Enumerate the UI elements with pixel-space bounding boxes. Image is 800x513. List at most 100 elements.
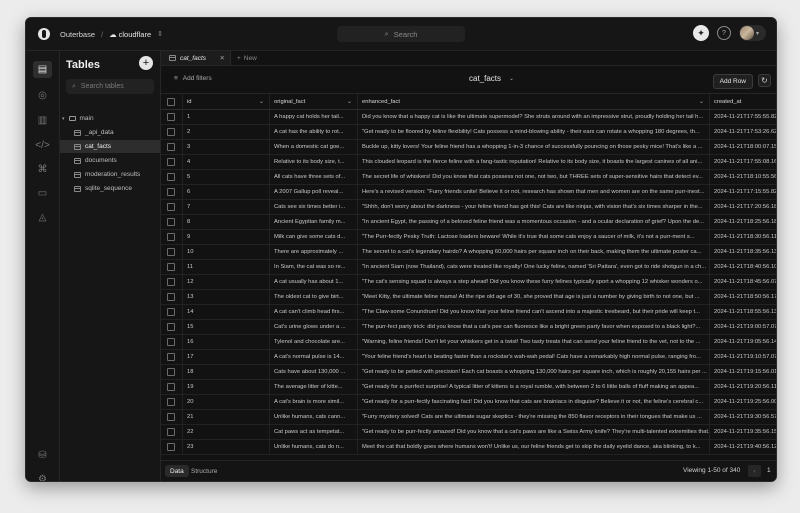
cell-created_at[interactable]: 2024-11-21T18:55:56.136Z [710, 304, 776, 319]
cell-created_at[interactable]: 2024-11-21T19:35:56.152Z [710, 424, 776, 439]
cell-original_fact[interactable]: A cat has the ability to rot... [270, 124, 358, 139]
cell-created_at[interactable]: 2024-11-21T19:20:56.119Z [710, 379, 776, 394]
table-item-documents[interactable]: documents [74, 154, 160, 167]
cell-id[interactable]: 2 [183, 124, 270, 139]
cell-enhanced_fact[interactable]: "Get ready to be purr-fectly amazed! Did… [358, 424, 710, 439]
breadcrumb-connection[interactable]: ☁ cloudflare ⇕ [109, 30, 163, 39]
cell-created_at[interactable]: 2024-11-21T18:45:56.077Z [710, 274, 776, 289]
row-checkbox[interactable] [167, 142, 175, 151]
row-checkbox[interactable] [167, 397, 175, 406]
tab-structure[interactable]: Structure [191, 465, 217, 477]
cell-created_at[interactable]: 2024-11-21T18:00:07.154Z [710, 139, 776, 154]
global-search-input[interactable]: ⌕ Search [337, 26, 465, 42]
row-checkbox[interactable] [167, 187, 175, 196]
cell-id[interactable]: 6 [183, 184, 270, 199]
cell-original_fact[interactable]: A cat can't climb head firs... [270, 304, 358, 319]
cell-enhanced_fact[interactable]: "Get ready for a purr-fectly fascinating… [358, 394, 710, 409]
table-search-input[interactable]: ⌕ Search tables [66, 79, 154, 94]
cell-created_at[interactable]: 2024-11-21T18:30:56.112Z [710, 229, 776, 244]
row-checkbox[interactable] [167, 412, 175, 421]
column-header-id[interactable]: id ⌄ [183, 94, 270, 109]
cell-original_fact[interactable]: A happy cat holds her tail... [270, 109, 358, 124]
bell-icon[interactable]: ◬ [35, 210, 50, 225]
cell-enhanced_fact[interactable]: Buckle up, kitty lovers! Your feline fri… [358, 139, 710, 154]
table-row[interactable]: 9 Milk can give some cats d... "The Purr-f… [161, 229, 776, 245]
row-checkbox[interactable] [167, 322, 175, 331]
cell-created_at[interactable]: 2024-11-21T19:30:56.578Z [710, 409, 776, 424]
select-all-checkbox[interactable] [167, 97, 175, 106]
row-checkbox[interactable] [167, 442, 175, 451]
cell-created_at[interactable]: 2024-11-21T18:50:56.178Z [710, 289, 776, 304]
row-checkbox[interactable] [167, 367, 175, 376]
cell-enhanced_fact[interactable]: "In ancient Siam (now Thailand), cats we… [358, 259, 710, 274]
cell-original_fact[interactable]: Ancient Egyptian family m... [270, 214, 358, 229]
cell-enhanced_fact[interactable]: Meet the cat that boldly goes where huma… [358, 439, 710, 454]
cell-enhanced_fact[interactable]: Here's a revised version: "Furry friends… [358, 184, 710, 199]
row-checkbox[interactable] [167, 172, 175, 181]
cell-original_fact[interactable]: Milk can give some cats d... [270, 229, 358, 244]
cell-id[interactable]: 8 [183, 214, 270, 229]
dashboard-icon[interactable]: ▭ [35, 186, 50, 201]
row-checkbox[interactable] [167, 112, 175, 121]
cell-id[interactable]: 17 [183, 349, 270, 364]
cell-created_at[interactable]: 2024-11-21T18:35:56.130Z [710, 244, 776, 259]
table-row[interactable]: 8 Ancient Egyptian family m... "In ancient… [161, 214, 776, 230]
cell-original_fact[interactable]: The average litter of kitte... [270, 379, 358, 394]
cell-id[interactable]: 9 [183, 229, 270, 244]
table-row[interactable]: 18 Cats have about 130,000 ... "Get ready … [161, 364, 776, 380]
cell-created_at[interactable]: 2024-11-21T19:05:56.143Z [710, 334, 776, 349]
cell-original_fact[interactable]: The oldest cat to give birt... [270, 289, 358, 304]
add-filters-button[interactable]: ≡ Add filters [174, 75, 212, 82]
table-row[interactable]: 4 Relative to its body size, t... This clo… [161, 154, 776, 170]
row-checkbox[interactable] [167, 232, 175, 241]
cell-original_fact[interactable]: Unlike humans, cats do n... [270, 439, 358, 454]
row-checkbox[interactable] [167, 262, 175, 271]
cell-enhanced_fact[interactable]: "The purr-fect party trick: did you know… [358, 319, 710, 334]
cell-created_at[interactable]: 2024-11-21T17:20:56.183Z [710, 199, 776, 214]
table-row[interactable]: 20 A cat's brain is more simil... "Get rea… [161, 394, 776, 410]
table-row[interactable]: 17 A cat's normal pulse is 14... "Your fel… [161, 349, 776, 365]
cell-enhanced_fact[interactable]: The secret life of whiskers! Did you kno… [358, 169, 710, 184]
cell-id[interactable]: 1 [183, 109, 270, 124]
row-checkbox[interactable] [167, 307, 175, 316]
table-item-cat_facts[interactable]: cat_facts [60, 140, 160, 153]
cell-original_fact[interactable]: A cat usually has about 1... [270, 274, 358, 289]
refresh-button[interactable]: ↻ [758, 74, 771, 87]
table-row[interactable]: 14 A cat can't climb head firs... "The Cla… [161, 304, 776, 320]
help-button[interactable]: ? [717, 26, 731, 40]
row-checkbox[interactable] [167, 202, 175, 211]
cell-enhanced_fact[interactable]: Did you know that a happy cat is like th… [358, 109, 710, 124]
table-item-_api_data[interactable]: _api_data [74, 126, 160, 139]
cell-enhanced_fact[interactable]: This clouded leopard is the fierce felin… [358, 154, 710, 169]
row-checkbox[interactable] [167, 127, 175, 136]
add-table-button[interactable]: + [139, 56, 153, 70]
cell-id[interactable]: 23 [183, 439, 270, 454]
cell-enhanced_fact[interactable]: "Get ready to be petted with precision! … [358, 364, 710, 379]
table-row[interactable]: 1A happy cat holds her tail... Did you kn… [161, 109, 776, 125]
cell-id[interactable]: 4 [183, 154, 270, 169]
cell-id[interactable]: 15 [183, 319, 270, 334]
chart-icon[interactable]: ▥ [35, 113, 50, 128]
row-checkbox[interactable] [167, 277, 175, 286]
cell-id[interactable]: 20 [183, 394, 270, 409]
row-checkbox[interactable] [167, 247, 175, 256]
table-row[interactable]: 22 Cat paws act as tempetat... "Get ready … [161, 424, 776, 440]
ai-sparkle-button[interactable]: ✦ [693, 25, 709, 41]
cell-id[interactable]: 7 [183, 199, 270, 214]
table-icon[interactable]: ▤ [33, 61, 52, 78]
cell-original_fact[interactable]: Tylenol and chocolate are... [270, 334, 358, 349]
cell-id[interactable]: 18 [183, 364, 270, 379]
row-checkbox[interactable] [167, 352, 175, 361]
table-row[interactable]: 11 In Siam, the cat was so re... "In ancie… [161, 259, 776, 275]
tab-data[interactable]: Data [165, 465, 189, 477]
table-row[interactable]: 3 When a domestic cat goe... Buckle up, ki… [161, 139, 776, 155]
chevron-down-icon[interactable]: ⌄ [347, 98, 352, 105]
schema-main[interactable]: ▾ main [62, 112, 158, 125]
cell-enhanced_fact[interactable]: "Get ready for a purrfect surprise! A ty… [358, 379, 710, 394]
cell-enhanced_fact[interactable]: "The cat's sensing squad is always a ste… [358, 274, 710, 289]
table-row[interactable]: 13 The oldest cat to give birt... "Meet Ki… [161, 289, 776, 305]
cell-enhanced_fact[interactable]: "The Claw-some Conundrum! Did you know t… [358, 304, 710, 319]
table-row[interactable]: 23 Unlike humans, cats do n... Meet the ca… [161, 439, 776, 455]
table-row[interactable]: 21 Unlike humans, cats cann... "Furry myst… [161, 409, 776, 425]
cell-id[interactable]: 3 [183, 139, 270, 154]
